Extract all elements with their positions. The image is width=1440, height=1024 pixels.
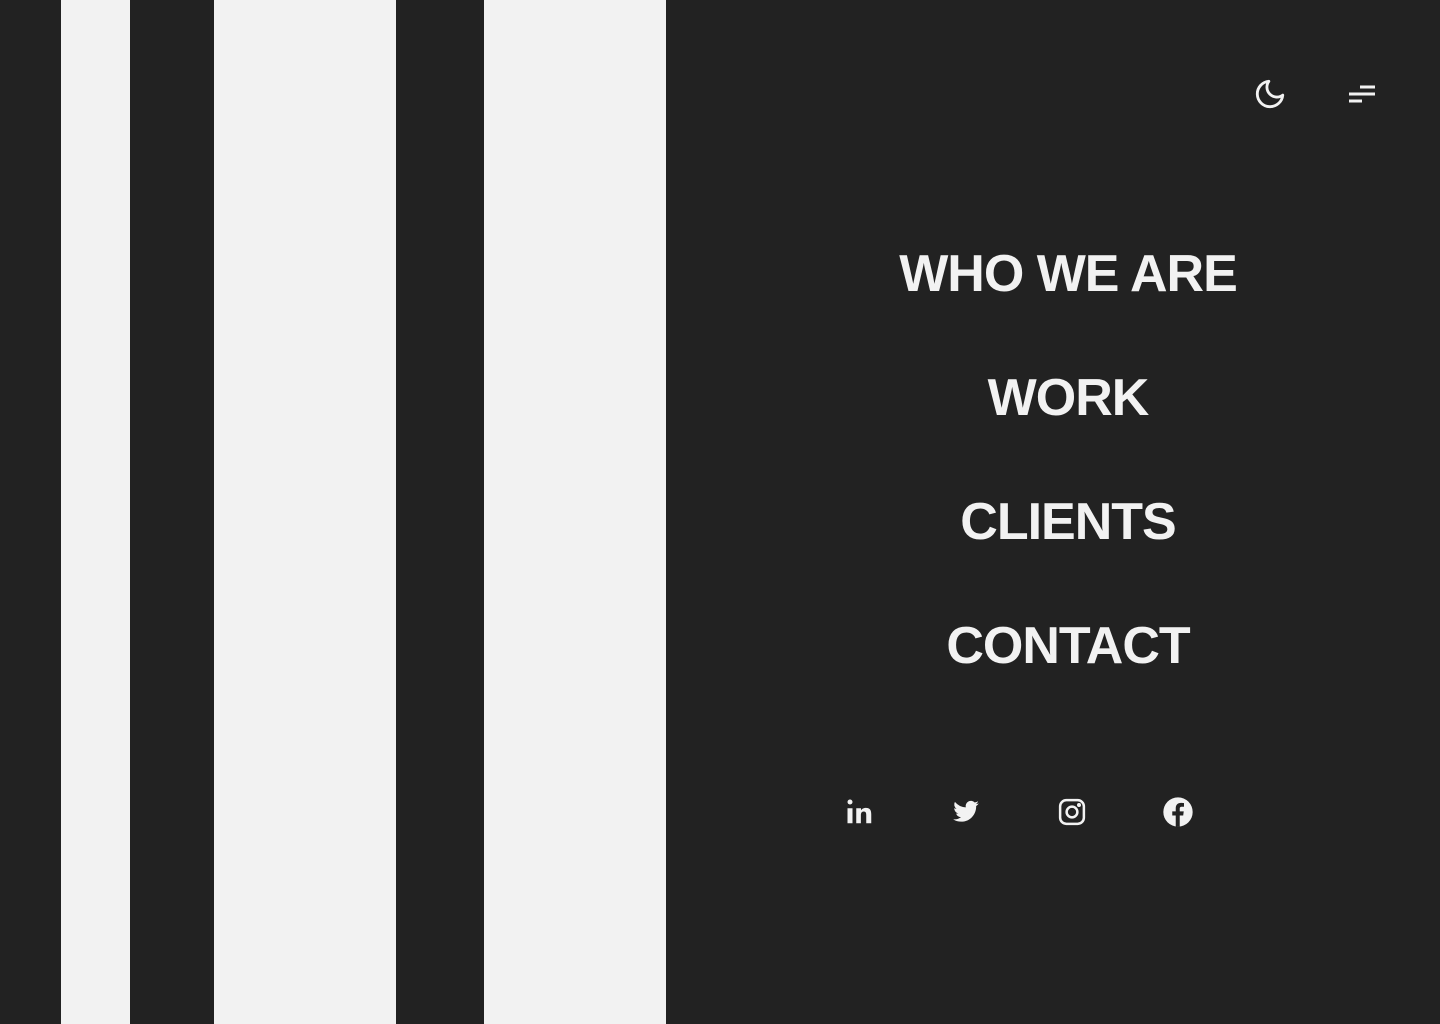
- twitter-link[interactable]: [949, 794, 983, 830]
- menu-icon: [1349, 85, 1375, 103]
- hero-stripes-artwork: [0, 0, 666, 1024]
- moon-icon: [1255, 79, 1285, 109]
- stripe-light: [61, 0, 130, 1024]
- instagram-icon: [1058, 798, 1086, 826]
- header-controls: [1252, 76, 1380, 112]
- stripe-light: [484, 0, 666, 1024]
- nav-item-clients[interactable]: CLIENTS: [696, 486, 1440, 558]
- stripe-light: [214, 0, 396, 1024]
- menu-toggle-button[interactable]: [1344, 76, 1380, 112]
- social-links: [843, 794, 1195, 830]
- nav-item-who-we-are[interactable]: WHO WE ARE: [696, 238, 1440, 310]
- linkedin-link[interactable]: [843, 794, 877, 830]
- facebook-icon: [1163, 797, 1193, 827]
- twitter-icon: [953, 800, 979, 822]
- main-navigation: WHO WE ARE WORK CLIENTS CONTACT: [666, 238, 1440, 734]
- theme-toggle-button[interactable]: [1252, 76, 1288, 112]
- nav-item-contact[interactable]: CONTACT: [696, 610, 1440, 682]
- instagram-link[interactable]: [1055, 794, 1089, 830]
- nav-item-work[interactable]: WORK: [696, 362, 1440, 434]
- facebook-link[interactable]: [1161, 794, 1195, 830]
- linkedin-icon: [847, 799, 872, 824]
- menu-overlay-panel: WHO WE ARE WORK CLIENTS CONTACT: [666, 0, 1440, 1024]
